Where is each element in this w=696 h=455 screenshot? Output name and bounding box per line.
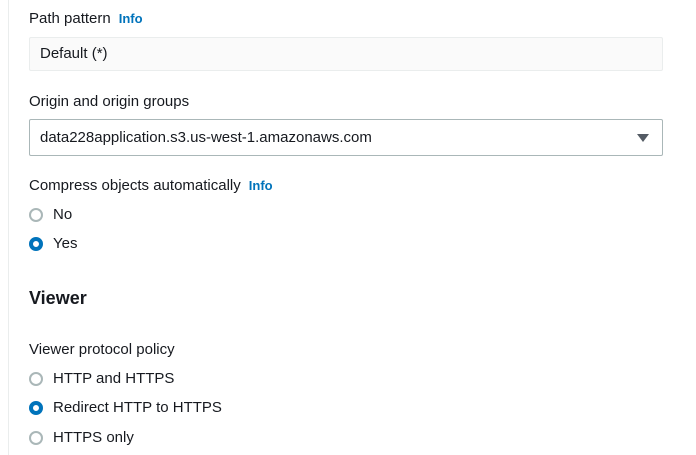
radio-label: Redirect HTTP to HTTPS (53, 399, 222, 416)
origin-label: Origin and origin groups (29, 93, 190, 110)
compress-option-yes[interactable]: Yes (29, 234, 77, 254)
path-pattern-label-row: Path pattern Info (29, 9, 143, 29)
path-pattern-info-link[interactable]: Info (119, 11, 143, 26)
radio-label: HTTP and HTTPS (53, 370, 175, 387)
path-pattern-label: Path pattern (29, 10, 111, 27)
radio-label: No (53, 206, 73, 223)
radio-button[interactable] (29, 401, 43, 415)
origin-select[interactable]: data228application.s3.us-west-1.amazonaw… (29, 119, 663, 156)
viewer-protocol-label: Viewer protocol policy (29, 341, 175, 358)
protocol-option-http-https[interactable]: HTTP and HTTPS (29, 369, 174, 389)
panel-left-border (8, 0, 9, 455)
compress-label: Compress objects automatically (29, 177, 241, 194)
radio-button[interactable] (29, 208, 43, 222)
radio-label: HTTPS only (53, 429, 134, 446)
compress-option-no[interactable]: No (29, 205, 72, 225)
radio-button[interactable] (29, 237, 43, 251)
origin-select-value: data228application.s3.us-west-1.amazonaw… (40, 129, 372, 146)
caret-down-icon (637, 134, 649, 142)
radio-button[interactable] (29, 372, 43, 386)
protocol-option-redirect[interactable]: Redirect HTTP to HTTPS (29, 398, 222, 418)
viewer-heading: Viewer (29, 288, 87, 308)
path-pattern-field: Default (*) (29, 37, 663, 71)
cache-behavior-form: Path pattern Info Default (*) Origin and … (0, 0, 696, 455)
radio-button[interactable] (29, 431, 43, 445)
radio-label: Yes (53, 235, 78, 252)
protocol-option-https-only[interactable]: HTTPS only (29, 428, 134, 448)
compress-info-link[interactable]: Info (249, 178, 273, 193)
compress-label-row: Compress objects automatically Info (29, 176, 273, 196)
